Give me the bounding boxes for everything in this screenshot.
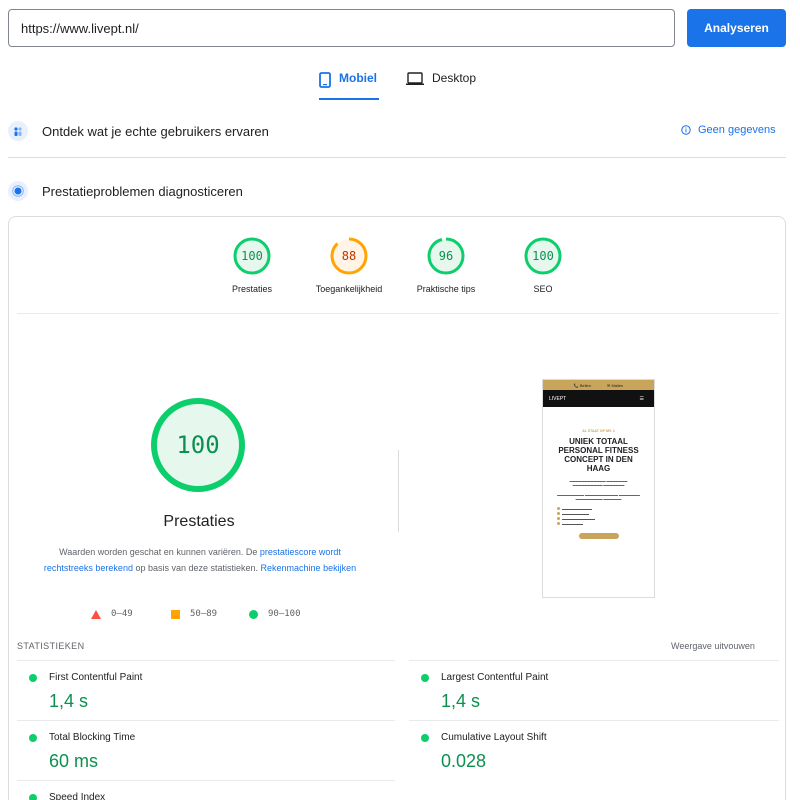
thumb-bullets: ▬▬▬▬▬▬▬▬▬▬ ▬▬▬▬▬▬▬▬▬ ▬▬▬▬▬▬▬▬▬▬▬ ▬▬▬▬▬▬▬ — [557, 507, 640, 527]
metric-cls: Cumulative Layout Shift 0.028 — [409, 732, 547, 772]
desktop-icon — [406, 72, 424, 85]
metric-name: Cumulative Layout Shift — [441, 732, 547, 743]
legend-range: 90–100 — [268, 609, 301, 619]
thumb-header: LIVEPT ☰ — [543, 390, 654, 407]
metric-value: 60 ms — [49, 751, 99, 771]
triangle-icon — [91, 609, 101, 619]
circle-icon — [249, 609, 258, 619]
score-value: 100 — [241, 249, 263, 263]
thumb-headline: UNIEK TOTAAL PERSONAL FITNESS CONCEPT IN… — [558, 437, 639, 473]
desc-text: Waarden worden geschat en kunnen variëre… — [59, 547, 260, 557]
tab-desktop-label: Desktop — [432, 71, 477, 85]
score-label: SEO — [533, 284, 553, 294]
expand-view-link[interactable]: Weergave uitvouwen — [671, 641, 755, 651]
page-screenshot-thumbnail: 📞 Bellen ✉ Mailen LIVEPT ☰ AL STAAT OP N… — [542, 379, 655, 598]
stats-title: STATISTIEKEN — [17, 641, 85, 651]
no-data-label: Geen gegevens — [698, 124, 776, 136]
thumb-logo: LIVEPT — [549, 395, 567, 402]
legend-fail: 0–49 — [91, 609, 133, 619]
vertical-divider — [398, 450, 399, 532]
thumb-paragraph: ▬▬▬▬▬▬▬▬▬▬▬▬ ▬▬▬▬▬▬▬ ▬▬▬▬▬▬▬▬▬▬ ▬▬▬▬▬▬▬ — [569, 479, 628, 487]
metric-tbt: Total Blocking Time 60 ms — [17, 732, 135, 772]
field-data-header: Ontdek wat je echte gebruikers ervaren — [8, 121, 269, 141]
performance-title: Prestaties — [163, 513, 235, 530]
report-card: 100 Prestaties 88 Toegankelijkheid 96 Pr… — [8, 216, 786, 800]
lab-data-header: Prestatieproblemen diagnosticeren — [8, 181, 243, 201]
metric-name: Speed Index — [49, 792, 106, 800]
thumb-call: 📞 Bellen — [573, 382, 591, 388]
performance-score: 100 — [176, 431, 220, 459]
tab-mobile-label: Mobiel — [339, 71, 377, 85]
legend-range: 0–49 — [111, 609, 133, 619]
gauges-divider — [17, 313, 779, 314]
legend-pass: 90–100 — [249, 609, 301, 619]
pass-dot-icon — [29, 733, 37, 742]
no-data-link[interactable]: Geen gegevens — [681, 124, 776, 136]
tab-mobile[interactable]: Mobiel — [319, 71, 379, 101]
row-divider — [409, 720, 779, 721]
score-value: 96 — [438, 249, 454, 263]
analyze-button[interactable]: Analyseren — [687, 9, 786, 47]
calculator-link[interactable]: Rekenmachine bekijken — [261, 563, 357, 573]
metric-name: First Contentful Paint — [49, 672, 143, 683]
score-value: 88 — [341, 249, 357, 263]
thumb-menu-icon: ☰ — [639, 395, 644, 402]
phone-icon — [319, 72, 331, 88]
thumb-mail: ✉ Mailen — [606, 382, 624, 388]
row-divider — [17, 720, 395, 721]
metric-fcp: First Contentful Paint 1,4 s — [17, 672, 142, 712]
diagnose-icon — [8, 181, 28, 201]
performance-big-gauge: 100 — [148, 395, 248, 495]
row-divider — [17, 660, 395, 661]
section-divider — [8, 157, 786, 158]
legend-range: 50–89 — [190, 609, 218, 619]
users-icon — [8, 121, 28, 141]
metric-value: 0.028 — [441, 751, 487, 771]
row-divider — [409, 660, 779, 661]
thumb-paragraph: ▬▬▬▬▬▬▬▬▬ ▬▬▬▬▬▬▬▬▬▬▬ ▬▬▬▬▬▬▬ ▬▬▬▬▬▬▬▬▬ … — [557, 493, 640, 501]
thumb-kicker: AL STAAT OP NR. 1 — [582, 429, 615, 433]
square-icon — [171, 609, 180, 619]
pass-dot-icon — [421, 673, 429, 682]
lab-data-title: Prestatieproblemen diagnosticeren — [42, 183, 243, 199]
url-input[interactable] — [8, 9, 675, 47]
thumb-topbar: 📞 Bellen ✉ Mailen — [543, 380, 654, 390]
metric-name: Largest Contentful Paint — [441, 672, 549, 683]
tab-desktop[interactable]: Desktop — [406, 71, 476, 101]
metric-value: 1,4 s — [441, 691, 481, 711]
info-icon — [681, 125, 691, 135]
thumb-cta-button — [578, 533, 619, 539]
metric-value: 1,4 s — [49, 691, 89, 711]
field-data-title: Ontdek wat je echte gebruikers ervaren — [42, 123, 269, 139]
pass-dot-icon — [421, 733, 429, 742]
metric-lcp: Largest Contentful Paint 1,4 s — [409, 672, 548, 712]
pass-dot-icon — [29, 673, 37, 682]
desc-text: op basis van deze statistieken. — [132, 563, 261, 573]
metric-name: Total Blocking Time — [49, 732, 136, 743]
score-gauge-seo[interactable]: 100 SEO — [483, 236, 603, 294]
metric-speed-index: Speed Index — [17, 792, 105, 800]
pass-dot-icon — [29, 793, 37, 800]
performance-description: Waarden worden geschat en kunnen variëre… — [37, 544, 363, 576]
row-divider — [17, 780, 395, 781]
legend-average: 50–89 — [171, 609, 217, 619]
active-tab-indicator — [319, 98, 379, 100]
score-value: 100 — [532, 249, 554, 263]
